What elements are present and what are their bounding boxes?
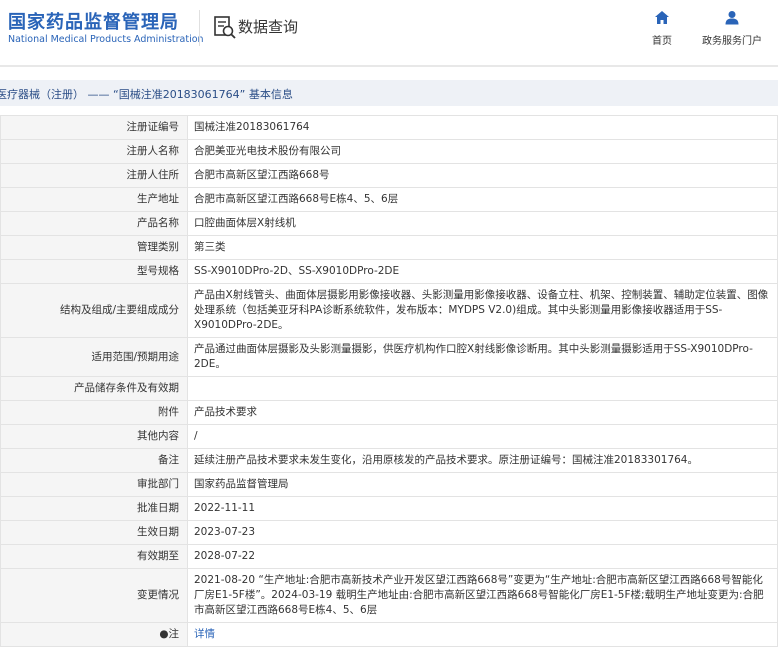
field-value: 国械注准20183061764 [187,115,778,140]
header-divider [199,10,200,46]
field-label: 生产地址 [0,187,188,212]
field-label: 管理类别 [0,235,188,260]
field-value: / [187,424,778,449]
table-row: 批准日期 2022-11-11 [0,496,778,521]
field-value [187,376,778,401]
field-value: 2021-08-20 “生产地址:合肥市高新技术产业开发区望江西路668号”变更… [187,568,778,623]
table-row: 有效期至 2028-07-22 [0,544,778,569]
table-row: 备注 延续注册产品技术要求未发生变化，沿用原核发的产品技术要求。原注册证编号：国械… [0,448,778,473]
field-value: 国家药品监督管理局 [187,472,778,497]
table-row: 产品储存条件及有效期 [0,376,778,401]
field-label: 适用范围/预期用途 [0,337,188,377]
breadcrumb: 医疗器械（注册） —— “国械注准20183061764” 基本信息 [0,88,293,101]
field-label: 有效期至 [0,544,188,569]
nav-home[interactable]: 首页 [627,10,697,48]
field-label: 结构及组成/主要组成成分 [0,283,188,338]
table-row: 注册人名称 合肥美亚光电技术股份有限公司 [0,139,778,164]
table-row: 产品名称 口腔曲面体层X射线机 [0,211,778,236]
table-row: 附件 产品技术要求 [0,400,778,425]
table-row: 生产地址 合肥市高新区望江西路668号E栋4、5、6层 [0,187,778,212]
table-row: 结构及组成/主要组成成分 产品由X射线管头、曲面体层摄影用影像接收器、头影测量用影… [0,283,778,338]
table-row: 其他内容 / [0,424,778,449]
table-row: 型号规格 SS-X9010DPro-2D、SS-X9010DPro-2DE [0,259,778,284]
breadcrumb-bar: 医疗器械（注册） —— “国械注准20183061764” 基本信息 [0,80,778,106]
field-label: 注册人住所 [0,163,188,188]
table-row: ●注 详情 [0,622,778,647]
org-name-en[interactable]: National Medical Products Administration [8,34,204,45]
field-value: 合肥美亚光电技术股份有限公司 [187,139,778,164]
details-link[interactable]: 详情 [194,628,215,640]
field-label: 生效日期 [0,520,188,545]
field-label: 其他内容 [0,424,188,449]
table-row: 注册人住所 合肥市高新区望江西路668号 [0,163,778,188]
field-value: 产品技术要求 [187,400,778,425]
field-value: SS-X9010DPro-2D、SS-X9010DPro-2DE [187,259,778,284]
field-value: 2022-11-11 [187,496,778,521]
home-icon [655,11,669,24]
nav-home-label: 首页 [652,36,672,47]
nav-service-portal[interactable]: 政务服务门户 [697,10,767,48]
org-name-cn[interactable]: 国家药品监督管理局 [8,8,179,34]
field-value: 合肥市高新区望江西路668号E栋4、5、6层 [187,187,778,212]
field-label: ●注 [0,622,188,647]
field-label: 注册证编号 [0,115,188,140]
field-value: 2028-07-22 [187,544,778,569]
detail-table: 注册证编号 国械注准20183061764 注册人名称 合肥美亚光电技术股份有限公司注… [0,115,778,647]
field-label: 变更情况 [0,568,188,623]
field-label: 审批部门 [0,472,188,497]
nav-service-portal-label: 政务服务门户 [702,36,762,47]
user-icon [725,11,739,25]
field-value: 口腔曲面体层X射线机 [187,211,778,236]
field-value: 第三类 [187,235,778,260]
field-value: 详情 [187,622,778,647]
page-title: 数据查询 [238,18,299,36]
header-divider-line [0,65,778,67]
data-query-icon [214,16,236,39]
field-value: 产品通过曲面体层摄影及头影测量摄影，供医疗机构作口腔X射线影像诊断用。其中头影测… [187,337,778,377]
field-value: 合肥市高新区望江西路668号 [187,163,778,188]
field-label: 产品名称 [0,211,188,236]
field-label: 附件 [0,400,188,425]
table-row: 审批部门 国家药品监督管理局 [0,472,778,497]
field-label: 批准日期 [0,496,188,521]
field-label: 产品储存条件及有效期 [0,376,188,401]
field-label: 备注 [0,448,188,473]
field-label: 注册人名称 [0,139,188,164]
site-header: 国家药品监督管理局 National Medical Products Admi… [0,0,778,62]
field-value: 产品由X射线管头、曲面体层摄影用影像接收器、头影测量用影像接收器、设备立柱、机架… [187,283,778,338]
field-value: 延续注册产品技术要求未发生变化，沿用原核发的产品技术要求。原注册证编号：国械注准… [187,448,778,473]
table-row: 变更情况 2021-08-20 “生产地址:合肥市高新技术产业开发区望江西路668… [0,568,778,623]
table-row: 适用范围/预期用途 产品通过曲面体层摄影及头影测量摄影，供医疗机构作口腔X射线影像… [0,337,778,377]
table-row: 注册证编号 国械注准20183061764 [0,115,778,140]
field-label: 型号规格 [0,259,188,284]
field-value: 2023-07-23 [187,520,778,545]
table-row: 生效日期 2023-07-23 [0,520,778,545]
table-row: 管理类别 第三类 [0,235,778,260]
